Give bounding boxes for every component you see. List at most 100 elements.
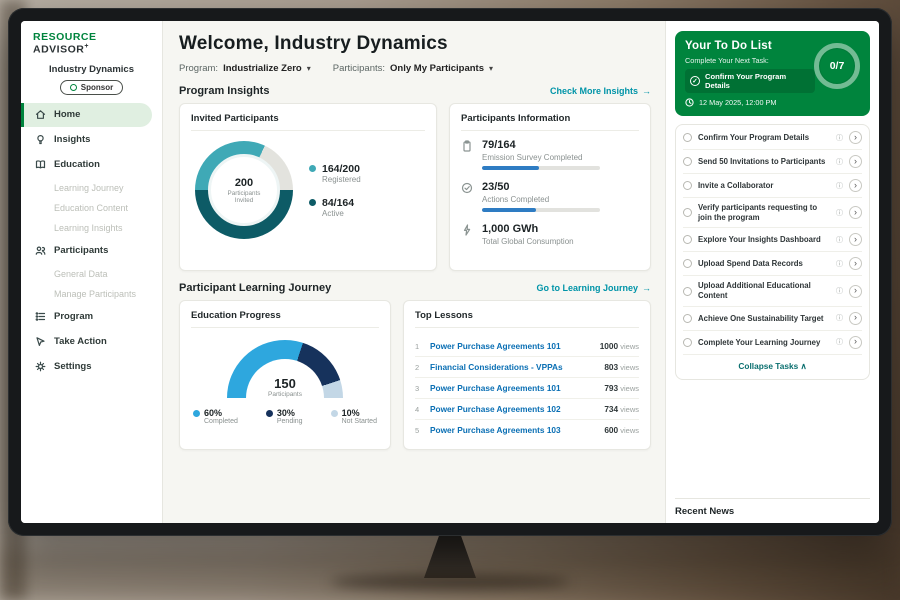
task-checkbox[interactable] xyxy=(683,287,692,296)
task-row[interactable]: Achieve One Sustainability Target ⓘ › xyxy=(683,307,862,331)
lesson-row: 4 Power Purchase Agreements 102 734 view… xyxy=(415,399,639,420)
chevron-right-icon[interactable]: › xyxy=(849,312,862,325)
dashboard-screen: RESOURCE ADVISOR+ Industry Dynamics Spon… xyxy=(21,21,879,523)
app-logo: RESOURCE ADVISOR+ xyxy=(21,31,162,62)
insights-cards-row: Invited Participants 200 Participants In… xyxy=(179,103,651,271)
task-row[interactable]: Upload Spend Data Records ⓘ › xyxy=(683,252,862,276)
lesson-link[interactable]: Power Purchase Agreements 101 xyxy=(430,341,593,351)
info-icon: ⓘ xyxy=(836,235,843,245)
participants-icon xyxy=(34,245,46,257)
invited-donut-chart: 200 Participants Invited xyxy=(195,141,293,239)
task-checkbox[interactable] xyxy=(683,259,692,268)
chevron-down-icon: ▾ xyxy=(307,64,311,73)
emission-progress-bar xyxy=(482,166,600,170)
task-row[interactable]: Explore Your Insights Dashboard ⓘ › xyxy=(683,228,862,252)
top-lessons-card: Top Lessons 1 Power Purchase Agreements … xyxy=(403,300,651,450)
info-icon: ⓘ xyxy=(836,259,843,269)
main-content: Welcome, Industry Dynamics Program: Indu… xyxy=(163,21,665,523)
donut-center-value: 200 xyxy=(235,177,253,189)
task-checkbox[interactable] xyxy=(683,181,692,190)
education-icon xyxy=(34,159,46,171)
section-title: Participant Learning Journey xyxy=(179,282,331,294)
sidebar-item-settings[interactable]: Settings xyxy=(21,355,162,379)
program-insights-header: Program Insights Check More Insights → xyxy=(179,85,651,97)
gauge-center-label: Participants xyxy=(227,391,343,398)
lesson-row: 5 Power Purchase Agreements 103 600 view… xyxy=(415,420,639,440)
task-row[interactable]: Send 50 Invitations to Participants ⓘ › xyxy=(683,150,862,174)
task-checkbox[interactable] xyxy=(683,338,692,347)
lesson-row: 3 Power Purchase Agreements 101 793 view… xyxy=(415,378,639,399)
survey-icon xyxy=(461,140,474,153)
chevron-right-icon[interactable]: › xyxy=(849,233,862,246)
chevron-right-icon[interactable]: › xyxy=(849,257,862,270)
chevron-down-icon: ▾ xyxy=(489,64,493,73)
sidebar-item-insights[interactable]: Insights xyxy=(21,128,162,152)
arrow-right-icon: → xyxy=(642,283,651,293)
legend-dot-active xyxy=(309,199,316,206)
sidebar-item-general-data[interactable]: General Data xyxy=(21,264,162,284)
task-checkbox[interactable] xyxy=(683,314,692,323)
task-row[interactable]: Invite a Collaborator ⓘ › xyxy=(683,174,862,198)
chevron-right-icon[interactable]: › xyxy=(849,206,862,219)
chevron-right-icon[interactable]: › xyxy=(849,131,862,144)
lesson-link[interactable]: Power Purchase Agreements 103 xyxy=(430,425,597,435)
chevron-right-icon[interactable]: › xyxy=(849,155,862,168)
section-title: Program Insights xyxy=(179,85,269,97)
task-checkbox[interactable] xyxy=(683,157,692,166)
sidebar-item-participants[interactable]: Participants xyxy=(21,239,162,263)
chevron-right-icon[interactable]: › xyxy=(849,285,862,298)
chevron-right-icon[interactable]: › xyxy=(849,336,862,349)
sidebar-item-program[interactable]: Program xyxy=(21,305,162,329)
lesson-link[interactable]: Power Purchase Agreements 101 xyxy=(430,383,597,393)
task-checkbox[interactable] xyxy=(683,208,692,217)
home-icon xyxy=(34,109,46,121)
legend-dot-completed xyxy=(193,410,200,417)
task-checkbox[interactable] xyxy=(683,133,692,142)
task-row[interactable]: Confirm Your Program Details ⓘ › xyxy=(683,126,862,150)
caret-up-icon: ∧ xyxy=(801,361,807,371)
go-to-learning-journey-link[interactable]: Go to Learning Journey → xyxy=(536,283,651,293)
insights-icon xyxy=(34,134,46,146)
task-row[interactable]: Verify participants requesting to join t… xyxy=(683,198,862,228)
sidebar-item-take-action[interactable]: Take Action xyxy=(21,330,162,354)
org-name: Industry Dynamics xyxy=(21,64,162,75)
recent-news-header: Recent News xyxy=(675,498,870,517)
sidebar-item-education[interactable]: Education xyxy=(21,153,162,177)
task-row[interactable]: Upload Additional Educational Content ⓘ … xyxy=(683,276,862,306)
task-checkbox[interactable] xyxy=(683,235,692,244)
due-date: 12 May 2025, 12:00 PM xyxy=(685,98,860,107)
sidebar-item-home[interactable]: Home xyxy=(21,103,152,127)
info-icon: ⓘ xyxy=(836,157,843,167)
education-legend: 60% Completed 30% Pending 10% Not Starte… xyxy=(191,408,379,425)
sidebar-item-education-content[interactable]: Education Content xyxy=(21,198,162,218)
tasks-list: Confirm Your Program Details ⓘ › Send 50… xyxy=(675,124,870,380)
education-progress-card: Education Progress 150 Participants xyxy=(179,300,391,450)
stat-emission-survey: 79/164 Emission Survey Completed xyxy=(461,139,639,170)
gauge-center-value: 150 xyxy=(227,376,343,391)
info-icon: ⓘ xyxy=(836,133,843,143)
arrow-right-icon: → xyxy=(642,86,651,96)
lesson-link[interactable]: Financial Considerations - VPPAs xyxy=(430,362,597,372)
collapse-tasks-link[interactable]: Collapse Tasks ∧ xyxy=(683,355,862,378)
lesson-link[interactable]: Power Purchase Agreements 102 xyxy=(430,404,597,414)
todo-progress-ring: 0/7 xyxy=(814,43,860,89)
check-circle-icon xyxy=(461,182,474,195)
monitor-bezel: RESOURCE ADVISOR+ Industry Dynamics Spon… xyxy=(8,8,892,536)
sidebar-item-manage-participants[interactable]: Manage Participants xyxy=(21,284,162,304)
task-row[interactable]: Complete Your Learning Journey ⓘ › xyxy=(683,331,862,355)
sponsor-badge[interactable]: Sponsor xyxy=(60,80,123,95)
next-task-chip[interactable]: ✓ Confirm Your Program Details xyxy=(685,69,815,93)
info-icon: ⓘ xyxy=(836,313,843,323)
stat-actions-completed: 23/50 Actions Completed xyxy=(461,181,639,212)
check-more-insights-link[interactable]: Check More Insights → xyxy=(550,86,651,96)
filters-row: Program: Industrialize Zero ▾ Participan… xyxy=(179,63,651,74)
legend-dot-registered xyxy=(309,165,316,172)
info-icon: ⓘ xyxy=(836,181,843,191)
info-icon: ⓘ xyxy=(836,337,843,347)
chevron-right-icon[interactable]: › xyxy=(849,179,862,192)
program-filter[interactable]: Program: Industrialize Zero ▾ xyxy=(179,63,311,74)
sidebar-item-learning-insights[interactable]: Learning Insights xyxy=(21,218,162,238)
program-icon xyxy=(34,311,46,323)
participants-filter[interactable]: Participants: Only My Participants ▾ xyxy=(333,63,493,74)
sidebar-item-learning-journey[interactable]: Learning Journey xyxy=(21,178,162,198)
